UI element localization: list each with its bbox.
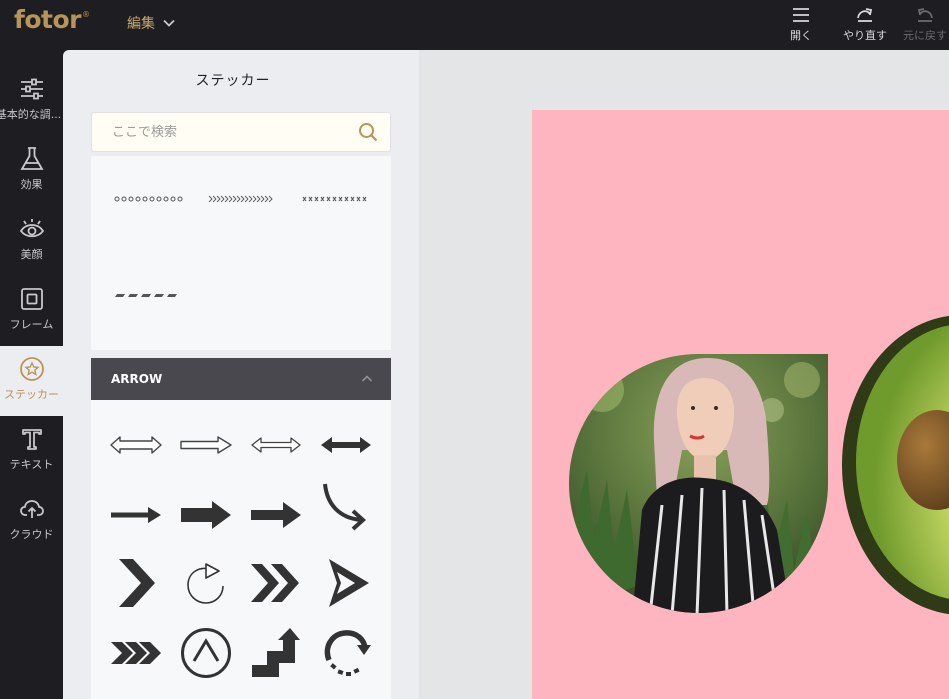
sticker-right-arrow-bold[interactable] — [249, 488, 303, 542]
open-button-label: 開く — [790, 29, 812, 42]
registered-mark: ® — [82, 10, 90, 19]
logo-text: fotor — [14, 5, 82, 34]
undo-icon — [917, 8, 933, 22]
arrow-stickers-grid — [91, 400, 391, 699]
curved-arrow-icon — [323, 483, 366, 531]
frame-icon — [20, 288, 43, 310]
edit-menu-label: 編集 — [127, 16, 155, 32]
circular-arrow-icon — [187, 563, 224, 604]
sticker-dotted-circles[interactable] — [113, 194, 183, 204]
sticker-search — [91, 112, 391, 152]
sticker-up-arrow-step[interactable] — [249, 626, 303, 680]
photo-content — [532, 110, 949, 699]
right-arrow-outline-icon — [180, 436, 232, 454]
revert-button-label: 元に戻す — [903, 29, 947, 42]
sticker-circular-arrow[interactable] — [179, 556, 233, 610]
eye-icon — [19, 219, 44, 238]
double-arrow-outline-icon — [110, 436, 162, 454]
canvas-area[interactable] — [419, 50, 949, 699]
cloud-upload-icon — [19, 500, 44, 518]
search-icon[interactable] — [358, 122, 378, 142]
revert-button[interactable]: 元に戻す — [903, 6, 949, 46]
sticker-dotted-circular-arrow[interactable] — [319, 626, 373, 680]
redo-button-label: やり直す — [843, 29, 887, 42]
sticker-panel: ステッカー ARROW — [63, 50, 419, 699]
sticker-double-arrow-thin[interactable] — [249, 418, 303, 472]
sticker-right-arrow-outline[interactable] — [179, 418, 233, 472]
nav-item-label: 美顔 — [20, 248, 43, 261]
sliders-icon — [20, 78, 43, 100]
nav-item-label: クラウド — [9, 528, 54, 541]
flask-icon — [19, 147, 44, 170]
fotor-editor: fotor® 編集 開く やり直す 元に戻す 基本的な調... 効果 美顔 フレ… — [0, 0, 949, 699]
dotted-circular-arrow-icon — [324, 630, 371, 676]
nav-item-label: ステッカー — [4, 388, 59, 401]
chevron-up-icon[interactable] — [361, 373, 373, 385]
triangle-play-icon — [329, 559, 369, 607]
fotor-logo[interactable]: fotor® — [14, 5, 90, 34]
nav-item-frame[interactable]: フレーム — [0, 276, 63, 346]
double-arrow-thin-icon — [251, 437, 301, 453]
nav-item-text[interactable]: テキスト — [0, 416, 63, 486]
top-bar: fotor® 編集 開く やり直す 元に戻す — [0, 0, 949, 50]
chevron-bold-icon — [119, 559, 155, 607]
sticker-cross-stitch-line[interactable] — [301, 194, 367, 204]
nav-item-basic-adjust[interactable]: 基本的な調... — [0, 66, 63, 136]
up-arrow-step-icon — [252, 628, 300, 677]
sticker-curved-arrow[interactable] — [319, 478, 373, 532]
edit-menu[interactable]: 編集 — [127, 13, 175, 33]
triple-chevron-icon — [111, 642, 161, 664]
line-stickers-grid — [91, 156, 391, 350]
sticker-right-arrow-block[interactable] — [179, 488, 233, 542]
right-arrow-block-icon — [181, 501, 231, 529]
sticker-chevron-bold[interactable] — [109, 556, 163, 610]
nav-item-cloud[interactable]: クラウド — [0, 486, 63, 556]
text-t-icon — [21, 429, 42, 450]
sticker-triple-chevron[interactable] — [109, 626, 163, 680]
nav-item-label: 効果 — [20, 178, 43, 191]
nav-item-label: フレーム — [9, 318, 54, 331]
open-button[interactable]: 開く — [776, 6, 826, 46]
sticker-double-chevron[interactable] — [249, 556, 303, 610]
circle-up-arrow-icon — [181, 628, 231, 678]
nav-item-beauty[interactable]: 美顔 — [0, 206, 63, 276]
redo-button[interactable]: やり直す — [840, 6, 890, 46]
left-nav: 基本的な調... 効果 美顔 フレーム ステッカー テキスト クラウド — [0, 50, 63, 699]
sticker-triangle-play[interactable] — [319, 556, 373, 610]
sticker-right-arrow-thin[interactable] — [109, 488, 163, 542]
double-chevron-icon — [251, 564, 299, 602]
double-arrow-solid-icon — [321, 437, 371, 453]
right-arrow-bold-icon — [251, 502, 301, 528]
sticker-double-arrow-outline[interactable] — [109, 418, 163, 472]
menu-icon — [793, 8, 809, 22]
search-input[interactable] — [92, 113, 352, 151]
nav-item-label: テキスト — [9, 458, 54, 471]
category-title: ARROW — [111, 372, 163, 386]
sticker-chevron-line[interactable] — [207, 194, 275, 204]
nav-item-effects[interactable]: 効果 — [0, 136, 63, 206]
sticker-double-arrow-solid[interactable] — [319, 418, 373, 472]
star-circle-icon — [19, 357, 44, 381]
right-arrow-thin-icon — [111, 507, 161, 523]
category-header-arrow[interactable]: ARROW — [91, 358, 391, 400]
chevron-down-icon — [163, 19, 175, 27]
sticker-circle-up-arrow[interactable] — [179, 626, 233, 680]
panel-title: ステッカー — [195, 73, 271, 89]
redo-icon — [857, 8, 873, 22]
nav-item-label: 基本的な調... — [0, 108, 62, 121]
sticker-dashed-line[interactable] — [115, 290, 181, 300]
photo-canvas[interactable] — [532, 110, 949, 699]
nav-item-sticker[interactable]: ステッカー — [0, 346, 63, 416]
